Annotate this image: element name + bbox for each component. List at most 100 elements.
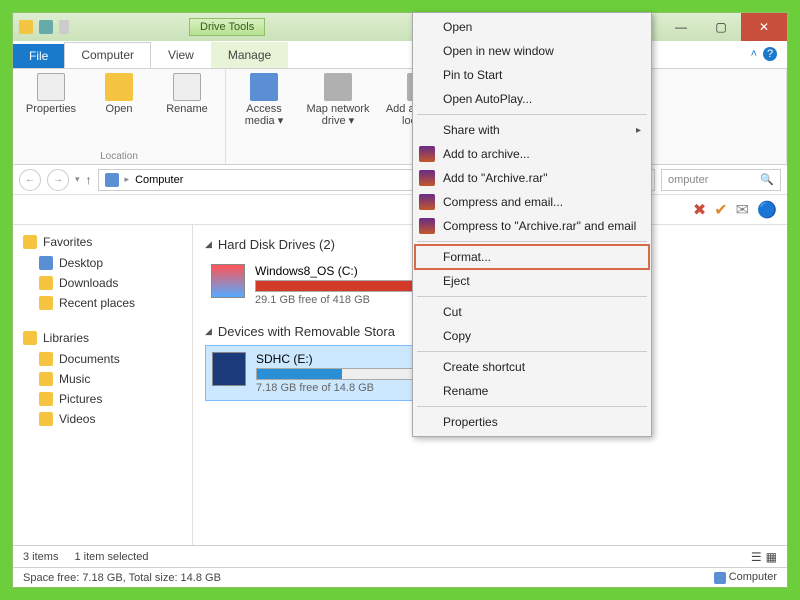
menu-item[interactable]: Pin to Start xyxy=(415,63,649,87)
menu-item[interactable]: Copy xyxy=(415,324,649,348)
collapse-icon: ◢ xyxy=(205,239,212,250)
menu-item-label: Add to "Archive.rar" xyxy=(443,171,548,185)
history-dropdown-icon[interactable]: ▾ xyxy=(75,174,80,185)
sidebar-item-downloads[interactable]: Downloads xyxy=(13,273,192,293)
menu-item[interactable]: Open AutoPlay... xyxy=(415,87,649,111)
menu-item[interactable]: Share with xyxy=(415,118,649,142)
help-area: ˄ ? xyxy=(751,47,777,61)
forward-button[interactable]: → xyxy=(47,169,69,191)
menu-item-label: Share with xyxy=(443,123,500,137)
open-button[interactable]: Open xyxy=(89,73,149,115)
menu-item-label: Pin to Start xyxy=(443,68,502,82)
sidebar-item-desktop[interactable]: Desktop xyxy=(13,253,192,273)
folder-icon[interactable] xyxy=(19,20,33,34)
menu-separator xyxy=(417,114,647,115)
label: Pictures xyxy=(59,392,102,406)
address-text: Computer xyxy=(135,174,183,186)
sidebar-item-videos[interactable]: Videos xyxy=(13,409,192,429)
tab-manage[interactable]: Manage xyxy=(211,42,288,68)
sidebar-item-music[interactable]: Music xyxy=(13,369,192,389)
label: Favorites xyxy=(43,235,92,249)
quick-access-toolbar xyxy=(13,20,69,34)
menu-separator xyxy=(417,241,647,242)
nav-pane: Favorites Desktop Downloads Recent place… xyxy=(13,225,193,545)
file-tab[interactable]: File xyxy=(13,44,64,68)
selected-count: 1 item selected xyxy=(74,551,148,563)
menu-item[interactable]: Rename xyxy=(415,379,649,403)
menu-item-label: Copy xyxy=(443,329,471,343)
menu-item[interactable]: Open in new window xyxy=(415,39,649,63)
menu-item[interactable]: Add to "Archive.rar" xyxy=(415,166,649,190)
menu-item-label: Properties xyxy=(443,415,498,429)
menu-item-label: Create shortcut xyxy=(443,360,525,374)
label: Music xyxy=(59,372,90,386)
menu-item[interactable]: Properties xyxy=(415,410,649,434)
menu-item-label: Open xyxy=(443,20,472,34)
menu-item[interactable]: Open xyxy=(415,15,649,39)
menu-item[interactable]: Add to archive... xyxy=(415,142,649,166)
qat-icon[interactable] xyxy=(39,20,53,34)
properties-button[interactable]: Properties xyxy=(21,73,81,115)
menu-item[interactable]: Compress and email... xyxy=(415,190,649,214)
ribbon-group-location: Properties Open Rename Location xyxy=(13,69,226,164)
label: Downloads xyxy=(59,276,118,290)
status-bar: 3 items 1 item selected ☰ ▦ xyxy=(13,545,787,567)
map-drive-button[interactable]: Map network drive ▾ xyxy=(302,73,374,127)
window-controls: — ▢ ✕ xyxy=(661,13,787,41)
access-media-button[interactable]: Access media ▾ xyxy=(234,73,294,127)
label: Open xyxy=(106,103,133,115)
winrar-icon xyxy=(419,146,435,162)
collapse-ribbon-icon[interactable]: ˄ xyxy=(751,48,757,60)
menu-item-label: Format... xyxy=(443,250,491,264)
menu-item[interactable]: Cut xyxy=(415,300,649,324)
details-pane: Space free: 7.18 GB, Total size: 14.8 GB… xyxy=(13,567,787,587)
tool-icon[interactable]: ✔ xyxy=(714,200,727,220)
help-icon[interactable]: ? xyxy=(763,47,777,61)
tool-icon[interactable]: 🔵 xyxy=(757,200,777,220)
collapse-icon: ◢ xyxy=(205,326,212,337)
tool-icon[interactable]: ✉ xyxy=(736,200,749,220)
ribbon-tabs: File Computer View Manage ˄ ? xyxy=(13,41,787,69)
close-button[interactable]: ✕ xyxy=(741,13,787,41)
label: Map network drive ▾ xyxy=(302,103,374,127)
details-view-icon[interactable]: ☰ xyxy=(751,550,762,564)
sidebar-item-pictures[interactable]: Pictures xyxy=(13,389,192,409)
minimize-button[interactable]: — xyxy=(661,13,701,41)
menu-separator xyxy=(417,296,647,297)
item-count: 3 items xyxy=(23,551,58,563)
tab-computer[interactable]: Computer xyxy=(64,42,151,68)
tool-icon[interactable]: ✖ xyxy=(693,200,706,220)
rename-button[interactable]: Rename xyxy=(157,73,217,115)
titlebar: Drive Tools — ▢ ✕ xyxy=(13,13,787,41)
menu-item-label: Rename xyxy=(443,384,488,398)
up-button[interactable]: ↑ xyxy=(86,173,92,187)
menu-item[interactable]: Eject xyxy=(415,269,649,293)
chevron-icon: ▸ xyxy=(125,174,130,185)
search-placeholder: omputer xyxy=(668,174,708,186)
winrar-icon xyxy=(419,194,435,210)
label: Desktop xyxy=(59,256,103,270)
tab-view[interactable]: View xyxy=(151,42,211,68)
usage-bar xyxy=(255,280,435,292)
qat-dropdown-icon[interactable] xyxy=(59,20,69,34)
secondary-toolbar: ✖ ✔ ✉ 🔵 xyxy=(13,195,787,225)
sidebar-item-recent[interactable]: Recent places xyxy=(13,293,192,313)
search-box[interactable]: omputer 🔍 xyxy=(661,169,781,191)
menu-item-label: Add to archive... xyxy=(443,147,530,161)
menu-item[interactable]: Create shortcut xyxy=(415,355,649,379)
tiles-view-icon[interactable]: ▦ xyxy=(766,550,777,564)
body: Favorites Desktop Downloads Recent place… xyxy=(13,225,787,545)
maximize-button[interactable]: ▢ xyxy=(701,13,741,41)
menu-item[interactable]: Format... xyxy=(415,245,649,269)
libraries-header[interactable]: Libraries xyxy=(13,327,192,349)
menu-item-label: Eject xyxy=(443,274,470,288)
favorites-header[interactable]: Favorites xyxy=(13,231,192,253)
label: Recent places xyxy=(59,296,135,310)
footer-right: Computer xyxy=(714,571,777,583)
menu-item[interactable]: Compress to "Archive.rar" and email xyxy=(415,214,649,238)
menu-item-label: Cut xyxy=(443,305,462,319)
label: Rename xyxy=(166,103,208,115)
back-button[interactable]: ← xyxy=(19,169,41,191)
sidebar-item-documents[interactable]: Documents xyxy=(13,349,192,369)
menu-separator xyxy=(417,406,647,407)
